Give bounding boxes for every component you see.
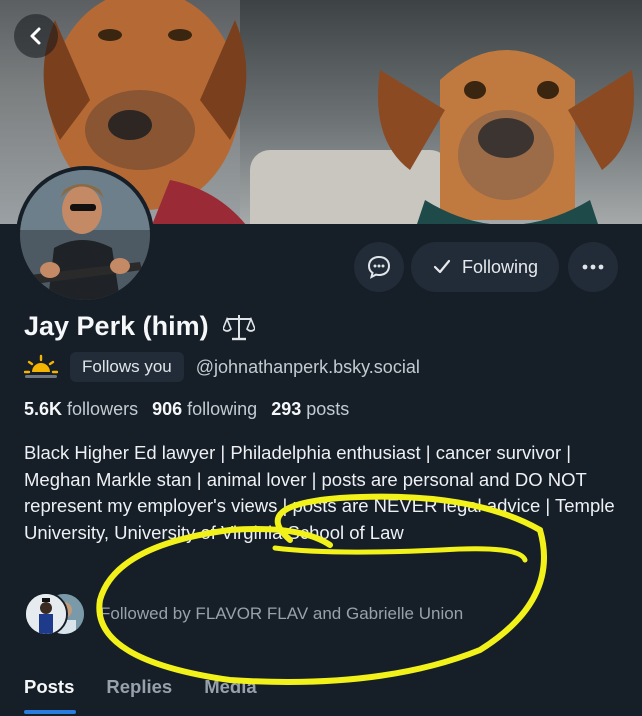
message-button[interactable] bbox=[354, 242, 404, 292]
display-name: Jay Perk (him) bbox=[24, 311, 209, 341]
profile-tabs: Posts Replies Media bbox=[24, 676, 257, 698]
chevron-left-icon bbox=[30, 27, 41, 45]
tab-posts[interactable]: Posts bbox=[24, 676, 74, 698]
posts-label: posts bbox=[306, 399, 350, 419]
avatar[interactable] bbox=[16, 166, 154, 304]
sunrise-icon bbox=[24, 354, 58, 378]
chat-bubble-icon bbox=[367, 255, 391, 279]
followed-by-text: Followed by FLAVOR FLAV and Gabrielle Un… bbox=[100, 604, 464, 623]
checkmark-icon bbox=[433, 259, 451, 274]
active-tab-indicator bbox=[24, 710, 76, 714]
followed-by-row[interactable]: Followed by FLAVOR FLAV and Gabrielle Un… bbox=[24, 592, 463, 636]
posts-count: 293 bbox=[271, 399, 302, 419]
following-stat-label: following bbox=[187, 399, 258, 419]
scales-of-justice-icon bbox=[222, 314, 255, 340]
following-button[interactable]: Following bbox=[411, 242, 559, 292]
ellipsis-icon bbox=[582, 264, 604, 270]
follows-you-badge: Follows you bbox=[70, 352, 184, 382]
followers-count: 5.6K bbox=[24, 399, 63, 419]
more-options-button[interactable] bbox=[568, 242, 618, 292]
name-row: Jay Perk (him) bbox=[24, 311, 255, 342]
profile-bio: Black Higher Ed lawyer | Philadelphia en… bbox=[24, 442, 615, 543]
follower-avatar bbox=[24, 592, 68, 636]
profile-stats: 5.6K followers 906 following 293 posts bbox=[24, 399, 349, 420]
tab-media[interactable]: Media bbox=[204, 676, 256, 698]
following-label: Following bbox=[461, 256, 539, 277]
followers-label: followers bbox=[67, 399, 139, 419]
followers-stat[interactable]: 5.6K followers bbox=[24, 399, 138, 420]
banner-dog-right bbox=[370, 20, 642, 224]
back-button[interactable] bbox=[14, 14, 58, 58]
meta-row: Follows you @johnathanperk.bsky.social bbox=[24, 352, 420, 382]
handle[interactable]: @johnathanperk.bsky.social bbox=[196, 357, 420, 378]
tab-replies[interactable]: Replies bbox=[106, 676, 172, 698]
posts-stat: 293 posts bbox=[271, 399, 349, 420]
following-count: 906 bbox=[152, 399, 183, 419]
following-stat[interactable]: 906 following bbox=[152, 399, 257, 420]
followed-by-avatars bbox=[24, 592, 86, 636]
